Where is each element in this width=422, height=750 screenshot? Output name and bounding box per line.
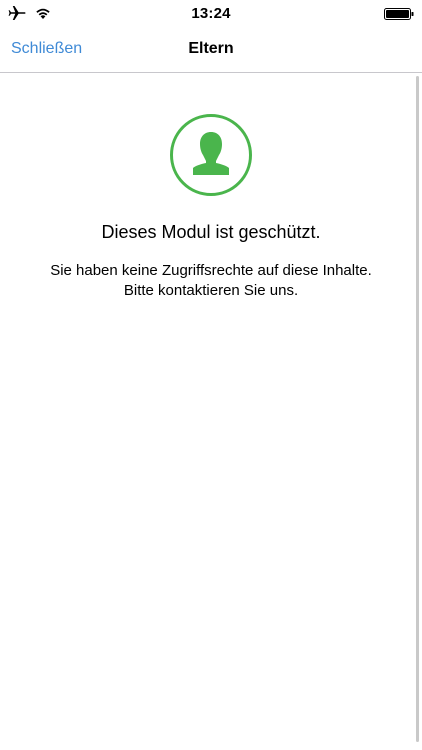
navigation-bar: Schließen Eltern xyxy=(0,28,422,73)
status-bar: 13:24 xyxy=(0,0,422,28)
scrollbar[interactable] xyxy=(416,76,419,742)
message-line-1: Sie haben keine Zugriffsrechte auf diese… xyxy=(50,262,372,279)
protected-heading: Dieses Modul ist geschützt. xyxy=(101,222,321,242)
user-silhouette-icon xyxy=(170,114,252,196)
battery-icon xyxy=(384,8,414,20)
protected-module-content: Dieses Modul ist geschützt. Sie haben ke… xyxy=(0,73,422,750)
user-silhouette-graphic xyxy=(193,132,229,175)
status-time: 13:24 xyxy=(191,5,231,22)
page-title: Eltern xyxy=(188,40,234,57)
protected-message: Sie haben keine Zugriffsrechte auf diese… xyxy=(0,261,422,301)
message-line-2: Bitte kontaktieren Sie uns. xyxy=(123,282,299,299)
